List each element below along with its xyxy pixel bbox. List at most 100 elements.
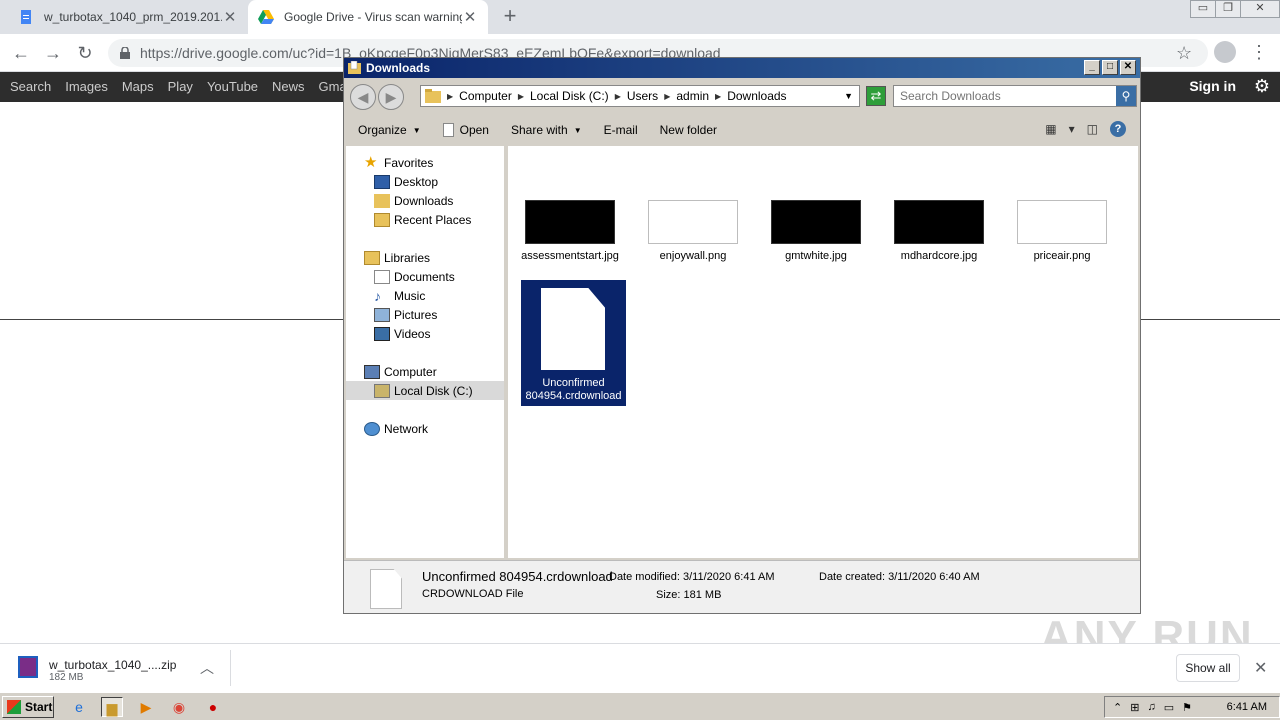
share-with-label: Share with: [510, 123, 568, 137]
reload-button[interactable]: ↻: [74, 42, 96, 64]
nav-favorites[interactable]: ★ Favorites: [346, 153, 504, 172]
nav-link-images[interactable]: Images: [65, 79, 108, 94]
open-button[interactable]: Open: [442, 123, 489, 137]
search-icon[interactable]: ⚲: [1116, 86, 1136, 106]
restore-button[interactable]: ❐: [1215, 0, 1241, 18]
nav-label: Libraries: [384, 250, 431, 265]
file-item[interactable]: enjoywall.png: [641, 200, 745, 263]
email-button[interactable]: E-mail: [604, 123, 638, 137]
show-all-button[interactable]: Show all: [1176, 654, 1240, 682]
chevron-down-icon[interactable]: ▼: [844, 91, 853, 101]
nav-link-play[interactable]: Play: [168, 79, 193, 94]
nav-label: Network: [384, 421, 429, 436]
documents-icon: [374, 269, 390, 284]
close-icon[interactable]: ✕: [462, 8, 478, 26]
doc-icon: [21, 10, 31, 24]
nav-desktop[interactable]: Desktop: [346, 172, 504, 191]
chevron-right-icon[interactable]: ▶: [447, 92, 453, 101]
file-name: enjoywall.png: [659, 250, 727, 262]
breadcrumb-admin[interactable]: admin: [676, 89, 709, 103]
close-button[interactable]: ✕: [1120, 60, 1136, 75]
clock[interactable]: 6:41 AM: [1227, 701, 1267, 713]
network-icon: [364, 421, 380, 436]
nav-music[interactable]: ♪ Music: [346, 286, 504, 305]
chevron-down-icon[interactable]: ▾: [1069, 122, 1075, 136]
details-pane: Unconfirmed 804954.crdownload CRDOWNLOAD…: [344, 560, 1140, 613]
organize-button[interactable]: Organize ▼: [358, 123, 421, 137]
file-item[interactable]: gmtwhite.jpg: [764, 200, 868, 263]
file-item[interactable]: mdhardcore.jpg: [887, 200, 991, 263]
battery-icon[interactable]: ▭: [1164, 701, 1174, 714]
volume-icon[interactable]: ♫: [1147, 701, 1155, 713]
file-item[interactable]: assessmentstart.jpg: [518, 200, 622, 263]
chevron-right-icon[interactable]: ▶: [715, 92, 721, 101]
file-name: Unconfirmed 804954.crdownload: [525, 377, 622, 402]
breadcrumb-users[interactable]: Users: [627, 89, 658, 103]
chevron-right-icon[interactable]: ▶: [518, 92, 524, 101]
chevron-right-icon[interactable]: ▶: [615, 92, 621, 101]
details-size: Size: 181 MB: [656, 589, 722, 601]
nav-recent-places[interactable]: Recent Places: [346, 210, 504, 229]
navigation-pane: ★ Favorites Desktop Downloads Recent Plac…: [346, 146, 504, 558]
nav-link-maps[interactable]: Maps: [122, 79, 154, 94]
chevron-down-icon: ▼: [573, 125, 582, 135]
nav-computer[interactable]: Computer: [346, 362, 504, 381]
help-icon[interactable]: ?: [1110, 121, 1126, 137]
file-item[interactable]: priceair.png: [1010, 200, 1114, 263]
search-input[interactable]: [900, 89, 1110, 103]
breadcrumb-computer[interactable]: Computer: [459, 89, 512, 103]
details-date-created: Date created: 3/11/2020 6:40 AM: [819, 571, 980, 583]
change-view-icon[interactable]: ▦: [1045, 122, 1056, 136]
bookmark-star-icon[interactable]: ☆: [1176, 43, 1192, 64]
tab-google-drive[interactable]: Google Drive - Virus scan warning ✕: [248, 0, 488, 34]
chevron-up-icon[interactable]: ︿: [200, 658, 214, 678]
back-button[interactable]: ←: [10, 42, 32, 64]
nav-local-disk[interactable]: Local Disk (C:): [346, 381, 504, 400]
maximize-button[interactable]: □: [1102, 60, 1118, 75]
explorer-folder-icon[interactable]: ▆: [101, 697, 123, 717]
profile-avatar[interactable]: [1214, 41, 1236, 63]
close-icon[interactable]: ✕: [222, 8, 238, 26]
internet-explorer-icon[interactable]: e: [68, 697, 90, 717]
nav-videos[interactable]: Videos: [346, 324, 504, 343]
search-box[interactable]: ⚲: [893, 85, 1137, 107]
preview-pane-icon[interactable]: ◫: [1087, 122, 1098, 136]
close-icon[interactable]: ✕: [1254, 658, 1267, 678]
breadcrumb-downloads[interactable]: Downloads: [727, 89, 786, 103]
chrome-icon[interactable]: ◉: [168, 697, 190, 717]
nav-pictures[interactable]: Pictures: [346, 305, 504, 324]
breadcrumb-local-disk[interactable]: Local Disk (C:): [530, 89, 609, 103]
nav-link-news[interactable]: News: [272, 79, 305, 94]
explorer-titlebar[interactable]: Downloads _ □ ✕: [344, 58, 1140, 78]
breadcrumb[interactable]: ▶ Computer ▶ Local Disk (C:) ▶ Users ▶ a…: [420, 85, 860, 107]
gear-icon[interactable]: ⚙: [1254, 76, 1270, 97]
close-window-button[interactable]: ✕: [1240, 0, 1280, 18]
flag-icon[interactable]: ⚑: [1182, 701, 1192, 714]
menu-kebab-icon[interactable]: ⋮: [1250, 42, 1268, 63]
minimize-button[interactable]: ▭: [1190, 0, 1216, 18]
refresh-button[interactable]: ⇄: [866, 86, 886, 106]
forward-button[interactable]: ▶: [378, 84, 404, 110]
minimize-button[interactable]: _: [1084, 60, 1100, 75]
nav-link-youtube[interactable]: YouTube: [207, 79, 258, 94]
nav-libraries[interactable]: Libraries: [346, 248, 504, 267]
stop-icon[interactable]: ●: [202, 697, 224, 717]
download-filename[interactable]: w_turbotax_1040_....zip: [49, 658, 176, 672]
tab-turbotax[interactable]: w_turbotax_1040_prm_2019.201.0. ✕: [8, 0, 248, 34]
network-tray-icon[interactable]: ⊞: [1130, 701, 1139, 714]
start-button[interactable]: Start: [2, 696, 54, 718]
nav-downloads[interactable]: Downloads: [346, 191, 504, 210]
file-item-selected[interactable]: Unconfirmed 804954.crdownload: [521, 280, 626, 406]
sign-in-link[interactable]: Sign in: [1189, 78, 1236, 94]
new-tab-button[interactable]: +: [498, 4, 522, 30]
chevron-up-icon[interactable]: ⌃: [1113, 701, 1122, 714]
back-button[interactable]: ◀: [350, 84, 376, 110]
nav-documents[interactable]: Documents: [346, 267, 504, 286]
new-folder-button[interactable]: New folder: [660, 123, 717, 137]
media-player-icon[interactable]: ▶: [135, 697, 157, 717]
nav-network[interactable]: Network: [346, 419, 504, 438]
nav-link-search[interactable]: Search: [10, 79, 51, 94]
forward-button[interactable]: →: [42, 42, 64, 64]
chevron-right-icon[interactable]: ▶: [664, 92, 670, 101]
share-with-button[interactable]: Share with ▼: [511, 123, 582, 137]
